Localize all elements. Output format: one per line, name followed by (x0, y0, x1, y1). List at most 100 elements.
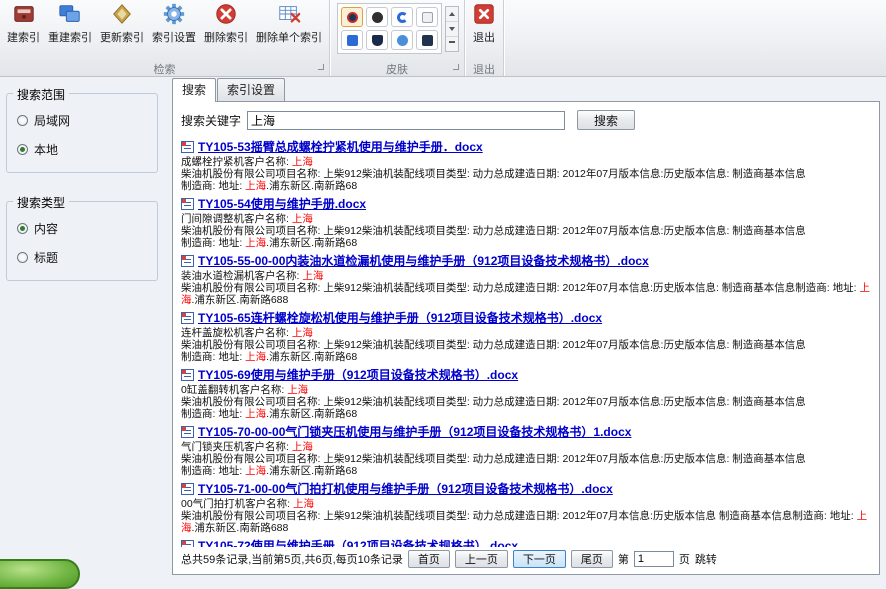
result-detail-line: 制造商: 地址: 上海.浦东新区.南新路68 (181, 180, 871, 192)
skin-theme-1-button[interactable] (341, 7, 363, 27)
rebuild-index-label: 重建索引 (48, 29, 92, 45)
radio-option-0-1[interactable]: 本地 (15, 135, 149, 164)
tab-search[interactable]: 搜索 (172, 78, 216, 102)
search-keyword-label: 搜索关键字 (181, 112, 241, 129)
delete-index-button[interactable]: 删除索引 (200, 0, 252, 45)
search-result: TY105-55-00-00内装油水道检漏机使用与维护手册（912项目设备技术规… (181, 252, 871, 306)
result-detail-line: 柴油机股份有限公司项目名称: 上柴912柴油机装配线项目类型: 动力总成建造日期… (181, 225, 871, 237)
skin-theme-3-icon (397, 12, 408, 23)
skin-theme-8-button[interactable] (416, 30, 438, 50)
result-title-row: TY105-54使用与维护手册.docx (181, 195, 871, 212)
search-result: TY105-54使用与维护手册.docx 门间隙调整机客户名称: 上海柴油机股份… (181, 195, 871, 249)
sidebar-group: 搜索类型 内容标题 (6, 201, 158, 281)
results-list: TY105-53摇臂总成螺栓拧紧机使用与维护手册．docx 成螺栓拧紧机客户名称… (173, 134, 879, 547)
first-page-button[interactable]: 首页 (408, 550, 450, 568)
ribbon-group-label-exit: 退出 (468, 61, 500, 76)
radio-option-1-0[interactable]: 内容 (15, 214, 149, 243)
radio-option-label: 局域网 (34, 112, 70, 129)
result-details: 成螺栓拧紧机客户名称: 上海柴油机股份有限公司项目名称: 上柴912柴油机装配线… (181, 156, 871, 192)
result-title-link[interactable]: TY105-69使用与维护手册（912项目设备技术规格书）.docx (198, 366, 518, 383)
dialog-launcher-icon[interactable] (453, 64, 461, 72)
result-title-link[interactable]: TY105-53摇臂总成螺栓拧紧机使用与维护手册．docx (198, 138, 483, 155)
result-title-row: TY105-70-00-00气门锁夹压机使用与维护手册（912项目设备技术规格书… (181, 423, 871, 440)
radio-icon[interactable] (17, 115, 28, 126)
radio-icon[interactable] (17, 252, 28, 263)
new-index-button[interactable]: 建索引 (3, 0, 44, 45)
arrow-down-icon (449, 27, 455, 31)
page-number-input[interactable] (634, 551, 674, 567)
ribbon-group-exit: 退出 退出 (465, 0, 504, 76)
search-result: TY105-70-00-00气门锁夹压机使用与维护手册（912项目设备技术规格书… (181, 423, 871, 477)
last-page-button[interactable]: 尾页 (571, 550, 613, 568)
ribbon-group-label-skin: 皮肤 (333, 61, 461, 76)
result-title-row: TY105-53摇臂总成螺栓拧紧机使用与维护手册．docx (181, 138, 871, 155)
result-detail-line: 柴油机股份有限公司项目名称: 上柴912柴油机装配线项目类型: 动力总成建造日期… (181, 453, 871, 465)
document-icon (181, 255, 194, 267)
gallery-scroll-down-button[interactable] (446, 22, 458, 37)
delete-single-index-button[interactable]: 删除单个索引 (252, 0, 326, 45)
tab-strip: 搜索 索引设置 (172, 80, 880, 101)
index-settings-button[interactable]: 索引设置 (148, 0, 200, 45)
rebuild-index-button[interactable]: 重建索引 (44, 0, 96, 45)
radio-icon[interactable] (17, 144, 28, 155)
result-detail-line: 气门锁夹压机客户名称: 上海 (181, 441, 871, 453)
radio-option-0-0[interactable]: 局域网 (15, 106, 149, 135)
jump-button[interactable]: 跳转 (695, 551, 717, 567)
skin-theme-2-button[interactable] (366, 7, 388, 27)
next-page-button[interactable]: 下一页 (513, 550, 566, 568)
skin-theme-1-icon (347, 12, 358, 23)
update-index-button[interactable]: 更新索引 (96, 0, 148, 45)
new-index-label: 建索引 (7, 29, 40, 45)
result-detail-line: 柴油机股份有限公司项目名称: 上柴912柴油机装配线项目类型: 动力总成建造日期… (181, 282, 871, 306)
search-result: TY105-65连杆螺栓旋松机使用与维护手册（912项目设备技术规格书）.doc… (181, 309, 871, 363)
skin-theme-4-button[interactable] (416, 7, 438, 27)
page-prefix-label: 第 (618, 551, 629, 567)
gallery-scroll-up-button[interactable] (446, 7, 458, 22)
sidebar-group-options: 内容标题 (15, 214, 149, 272)
document-icon (181, 369, 194, 381)
result-details: 门间隙调整机客户名称: 上海柴油机股份有限公司项目名称: 上柴912柴油机装配线… (181, 213, 871, 249)
result-details: 连杆盖旋松机客户名称: 上海柴油机股份有限公司项目名称: 上柴912柴油机装配线… (181, 327, 871, 363)
page-suffix-label: 页 (679, 551, 690, 567)
gallery-more-button[interactable] (446, 37, 458, 51)
document-icon (181, 483, 194, 495)
result-title-row: TY105-72使用与维护手册（912项目设备技术规格书）.docx (181, 537, 871, 547)
search-button[interactable]: 搜索 (577, 110, 635, 130)
ribbon-group-index: 建索引 重建索引 更新索引 (0, 0, 330, 76)
skin-theme-8-icon (422, 35, 433, 46)
result-details: 装油水道检漏机客户名称: 上海柴油机股份有限公司项目名称: 上柴912柴油机装配… (181, 270, 871, 306)
delete-index-label: 删除索引 (204, 29, 248, 45)
radio-option-1-1[interactable]: 标题 (15, 243, 149, 272)
skin-gallery-scrollbar (445, 6, 459, 52)
result-detail-line: 连杆盖旋松机客户名称: 上海 (181, 327, 871, 339)
result-title-link[interactable]: TY105-70-00-00气门锁夹压机使用与维护手册（912项目设备技术规格书… (198, 423, 631, 440)
document-icon (181, 312, 194, 324)
skin-theme-5-button[interactable] (341, 30, 363, 50)
result-detail-line: 制造商: 地址: 上海.浦东新区.南新路68 (181, 465, 871, 477)
skin-theme-3-button[interactable] (391, 7, 413, 27)
delete-single-index-icon (277, 2, 301, 26)
result-title-link[interactable]: TY105-54使用与维护手册.docx (198, 195, 366, 212)
tab-index-settings[interactable]: 索引设置 (217, 78, 285, 101)
skin-theme-6-button[interactable] (366, 30, 388, 50)
sidebar-group: 搜索范围 局域网本地 (6, 93, 158, 173)
radio-icon[interactable] (17, 223, 28, 234)
exit-button[interactable]: 退出 (468, 0, 500, 45)
sidebar-group-title: 搜索类型 (13, 194, 69, 211)
result-title-link[interactable]: TY105-71-00-00气门拍打机使用与维护手册（912项目设备技术规格书）… (198, 480, 613, 497)
result-title-link[interactable]: TY105-55-00-00内装油水道检漏机使用与维护手册（912项目设备技术规… (198, 252, 649, 269)
search-panel: 搜索关键字 搜索 TY105-53摇臂总成螺栓拧紧机使用与维护手册．docx 成… (172, 101, 880, 575)
result-title-link[interactable]: TY105-65连杆螺栓旋松机使用与维护手册（912项目设备技术规格书）.doc… (198, 309, 602, 326)
sidebar-group-options: 局域网本地 (15, 106, 149, 164)
radio-option-label: 内容 (34, 220, 58, 237)
result-title-link[interactable]: TY105-72使用与维护手册（912项目设备技术规格书）.docx (198, 537, 518, 547)
result-detail-line: 柴油机股份有限公司项目名称: 上柴912柴油机装配线项目类型: 动力总成建造日期… (181, 396, 871, 408)
skin-theme-7-button[interactable] (391, 30, 413, 50)
search-row: 搜索关键字 搜索 (173, 102, 879, 134)
result-detail-line: 制造商: 地址: 上海.浦东新区.南新路68 (181, 351, 871, 363)
delete-index-icon (214, 2, 238, 26)
radio-option-label: 本地 (34, 141, 58, 158)
prev-page-button[interactable]: 上一页 (455, 550, 508, 568)
dialog-launcher-icon[interactable] (318, 64, 326, 72)
search-input[interactable] (247, 111, 565, 130)
